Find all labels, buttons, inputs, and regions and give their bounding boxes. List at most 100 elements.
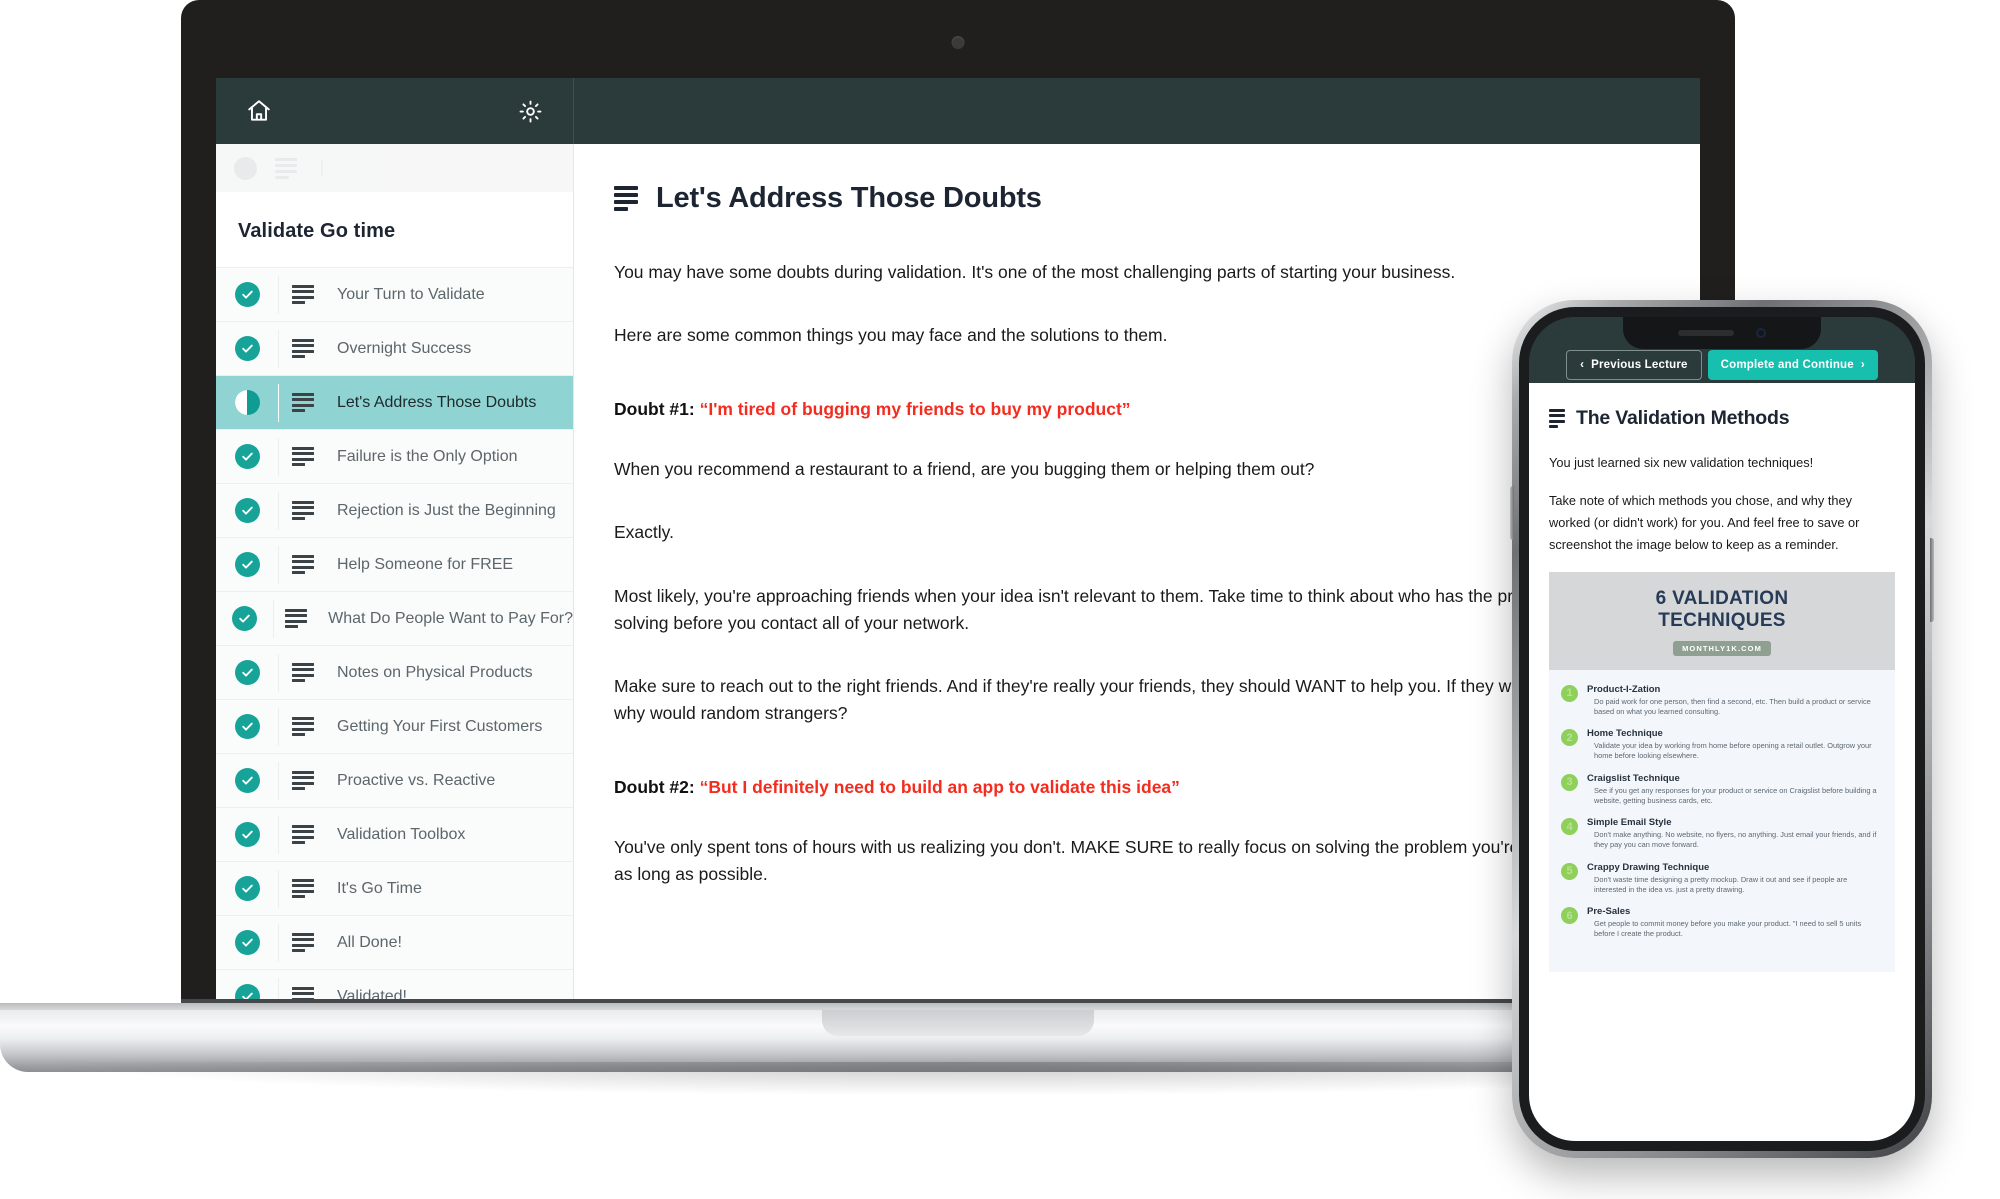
infographic-title: 6 VALIDATION TECHNIQUES [1559, 588, 1885, 633]
list-item: 2 Home Technique Validate your idea by w… [1561, 728, 1881, 761]
check-circle-icon [234, 336, 260, 361]
status-cell [216, 660, 278, 685]
sidebar-ghost-row [216, 144, 573, 192]
sidebar-item-rejection-is-just-the-beginning[interactable]: Rejection is Just the Beginning [216, 483, 573, 537]
infographic-number: 2 [1561, 729, 1578, 747]
course-sidebar: Validate Go time Your Turn to Validate O… [216, 144, 574, 999]
laptop-screen: Validate Go time Your Turn to Validate O… [216, 78, 1700, 999]
text-lecture-icon [279, 770, 327, 791]
infographic-title-line-2: TECHNIQUES [1658, 610, 1786, 632]
complete-and-continue-button[interactable]: Complete and Continue › [1707, 350, 1878, 380]
sidebar-item-label: Validated! [337, 987, 407, 1000]
infographic-number: 6 [1561, 907, 1578, 924]
status-cell [216, 768, 278, 793]
text-lecture-icon [274, 608, 318, 629]
previous-lecture-label: Previous Lecture [1591, 359, 1688, 371]
sidebar-item-its-go-time[interactable]: It's Go Time [216, 861, 573, 915]
sidebar-item-getting-your-first-customers[interactable]: Getting Your First Customers [216, 699, 573, 753]
sidebar-item-your-turn-to-validate[interactable]: Your Turn to Validate [216, 267, 573, 321]
check-circle-icon [234, 552, 260, 577]
infographic-number: 1 [1561, 684, 1578, 702]
page-title: Validate Go time [238, 220, 396, 242]
sidebar-item-label: Let's Address Those Doubts [337, 393, 537, 411]
home-icon[interactable] [246, 98, 272, 124]
app-topbar [216, 78, 1700, 144]
sidebar-item-label: What Do People Want to Pay For? [328, 609, 573, 627]
phone-mockup: ‹ Previous Lecture Complete and Continue… [1510, 300, 1934, 1158]
validation-infographic: 6 VALIDATION TECHNIQUES MONTHLY1K.COM 1 … [1549, 572, 1895, 973]
text-lecture-icon [279, 662, 327, 683]
infographic-body: Pre-Sales Get people to commit money bef… [1587, 906, 1881, 939]
complete-and-continue-label: Complete and Continue [1720, 359, 1854, 371]
phone-lecture-title: The Validation Methods [1576, 407, 1790, 429]
app-body: Validate Go time Your Turn to Validate O… [216, 144, 1700, 999]
paragraph-most-likely: Most likely, you're approaching friends … [614, 585, 1613, 633]
sidebar-item-label: Notes on Physical Products [337, 663, 533, 681]
sidebar-item-notes-on-physical-products[interactable]: Notes on Physical Products [216, 645, 573, 699]
sidebar-item-validated[interactable]: Validated! [216, 969, 573, 999]
infographic-body: Crappy Drawing Technique Don't waste tim… [1587, 862, 1881, 895]
phone-paragraph-1: You just learned six new validation tech… [1549, 455, 1814, 470]
doubt-1-quote: “I'm tired of bugging my friends to buy … [699, 399, 1131, 420]
sidebar-item-validation-toolbox[interactable]: Validation Toolbox [216, 807, 573, 861]
infographic-number: 4 [1561, 818, 1578, 836]
infographic-number: 3 [1561, 773, 1578, 791]
status-cell [216, 552, 278, 577]
phone-notch [1623, 317, 1821, 349]
infographic-item-desc: See if you get any responses for your pr… [1594, 785, 1877, 805]
doubt-2-label: Doubt #2: [614, 777, 695, 797]
sidebar-item-label: Proactive vs. Reactive [337, 771, 496, 789]
phone-volume-button[interactable] [1510, 486, 1514, 540]
sidebar-item-overnight-success[interactable]: Overnight Success [216, 321, 573, 375]
infographic-item-name: Home Technique [1587, 728, 1663, 740]
infographic-title-line-1: 6 VALIDATION [1655, 588, 1789, 609]
previous-lecture-button[interactable]: ‹ Previous Lecture [1566, 350, 1702, 380]
sidebar-item-all-done[interactable]: All Done! [216, 915, 573, 969]
check-circle-icon [234, 714, 260, 739]
infographic-body: Craigslist Technique See if you get any … [1587, 773, 1881, 806]
text-lecture-icon [279, 932, 327, 953]
sidebar-item-failure-is-the-only-option[interactable]: Failure is the Only Option [216, 429, 573, 483]
text-lecture-icon [279, 500, 327, 521]
phone-speaker-icon [1678, 330, 1734, 336]
half-circle-progress-icon [234, 390, 260, 415]
phone-lecture-content: The Validation Methods You just learned … [1529, 383, 1915, 1141]
check-circle-icon [234, 876, 260, 901]
lesson-list: Your Turn to Validate Overnight Success … [216, 267, 573, 999]
infographic-item-desc: Do paid work for one person, then find a… [1594, 696, 1871, 717]
paragraph-right-friends: Make sure to reach out to the right frie… [614, 675, 1615, 723]
check-circle-icon [234, 498, 260, 523]
text-lecture-icon [279, 554, 327, 575]
check-circle-icon [234, 282, 260, 307]
phone-camera-icon [1756, 328, 1766, 338]
status-cell [216, 498, 278, 523]
infographic-item-desc: Don't waste time designing a pretty mock… [1594, 874, 1848, 894]
gear-icon[interactable] [518, 99, 543, 124]
infographic-item-name: Simple Email Style [1587, 817, 1672, 829]
sidebar-item-lets-address-those-doubts[interactable]: Let's Address Those Doubts [216, 375, 573, 429]
infographic-body: Home Technique Validate your idea by wor… [1587, 728, 1881, 761]
text-lecture-icon [279, 446, 327, 467]
paragraph-intro-1: You may have some doubts during validati… [614, 262, 1456, 282]
status-cell [216, 876, 278, 901]
sidebar-item-help-someone-for-free[interactable]: Help Someone for FREE [216, 537, 573, 591]
list-item: 3 Craigslist Technique See if you get an… [1561, 773, 1881, 806]
chevron-right-icon: › [1860, 359, 1865, 371]
infographic-item-name: Craigslist Technique [1587, 772, 1680, 784]
infographic-badge: MONTHLY1K.COM [1673, 640, 1771, 656]
infographic-item-name: Product-I-Zation [1587, 683, 1661, 695]
ghost-text-icon [275, 157, 297, 179]
topbar-left-section [216, 78, 574, 144]
sidebar-item-what-do-people-want-to-pay-for[interactable]: What Do People Want to Pay For? [216, 591, 573, 645]
text-lecture-icon [279, 284, 327, 305]
course-app: Validate Go time Your Turn to Validate O… [216, 78, 1700, 999]
text-lecture-icon [279, 986, 327, 999]
sidebar-item-label: Help Someone for FREE [337, 555, 514, 573]
infographic-body: Simple Email Style Don't make anything. … [1587, 817, 1881, 850]
sidebar-item-proactive-vs-reactive[interactable]: Proactive vs. Reactive [216, 753, 573, 807]
text-lecture-icon [1549, 409, 1565, 428]
phone-power-button[interactable] [1930, 538, 1934, 622]
check-circle-icon [234, 660, 260, 685]
check-circle-icon [232, 606, 258, 631]
text-lecture-icon [279, 392, 327, 413]
